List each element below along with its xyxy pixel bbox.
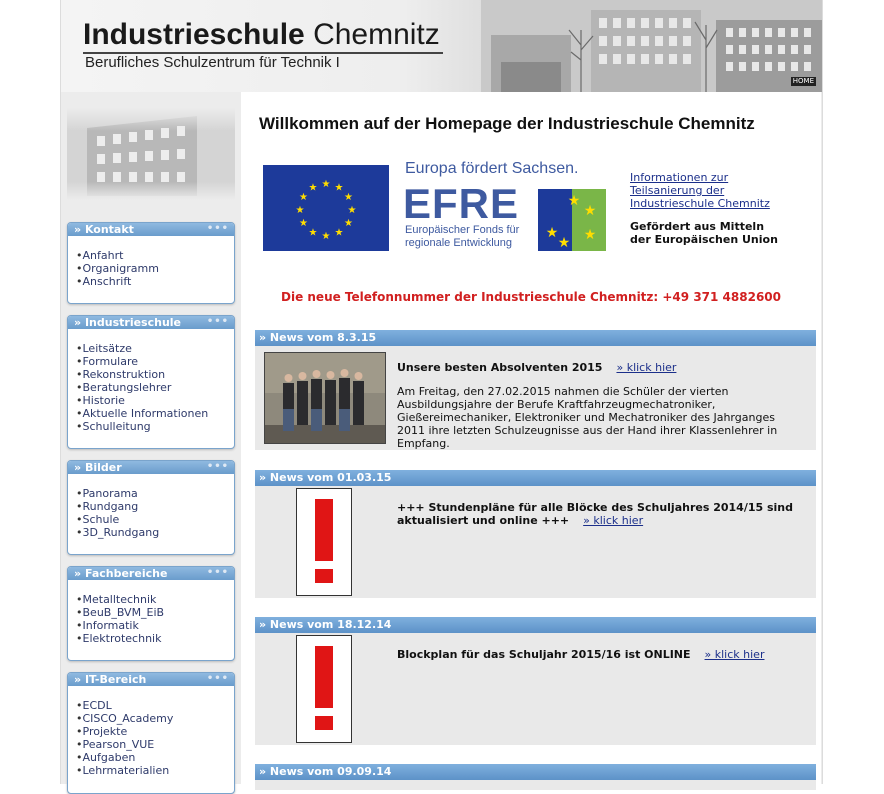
svg-text:★: ★ (344, 218, 353, 229)
dots-icon: ••• (206, 461, 229, 472)
sidebar-item-beub-bvm-eib[interactable]: BeuB_BVM_EiB (76, 606, 234, 619)
dots-icon: ••• (206, 673, 229, 684)
sidebar-item-rekonstruktion[interactable]: Rekonstruktion (76, 368, 234, 381)
renovation-info-link[interactable]: Informationen zur Teilsanierung der Indu… (630, 171, 770, 210)
svg-text:★: ★ (558, 235, 571, 251)
news-item: Unsere besten Absolventen 2015» klick hi… (255, 346, 816, 450)
main-content: Willkommen auf der Homepage der Industri… (241, 92, 821, 790)
page-container: Industrieschule Chemnitz Berufliches Sch… (60, 0, 823, 794)
sidebar-item-metalltechnik[interactable]: Metalltechnik (76, 593, 234, 606)
sidebar-box-title: Fachbereiche (84, 567, 168, 580)
svg-text:★: ★ (309, 183, 318, 194)
sidebar-item-rundgang[interactable]: Rundgang (76, 500, 234, 513)
sidebar-box-bilder: » Bilder••• Panorama Rundgang Schule 3D_… (67, 460, 235, 555)
svg-text:★: ★ (348, 205, 357, 216)
sidebar-box-it-bereich: » IT-Bereich••• ECDL CISCO_Academy Proje… (67, 672, 235, 794)
sidebar-item-cisco-academy[interactable]: CISCO_Academy (76, 712, 234, 725)
phone-notice: Die neue Telefonnummer der Industrieschu… (281, 290, 781, 304)
eu-flag-icon[interactable]: ★ ★★★ ★★★★ ★★★★ (263, 165, 389, 251)
news-header: » News vom 8.3.15 (255, 330, 816, 346)
sidebar-item-3d-rundgang[interactable]: 3D_Rundgang (76, 526, 234, 539)
sidebar-box-kontakt: » Kontakt••• Anfahrt Organigramm Anschri… (67, 222, 235, 304)
news-title: Unsere besten Absolventen 2015» klick hi… (397, 361, 677, 374)
site-title-bold: Industrieschule (83, 18, 305, 51)
sidebar-item-ecdl[interactable]: ECDL (76, 699, 234, 712)
news-item (255, 780, 816, 790)
news-title: Blockplan für das Schuljahr 2015/16 ist … (397, 648, 765, 661)
sidebar-item-leitsaetze[interactable]: Leitsätze (76, 342, 234, 355)
dots-icon: ••• (206, 223, 229, 234)
read-more-link[interactable]: » klick hier (705, 648, 765, 661)
header-building-photo (481, 0, 822, 92)
saxony-eu-flag-icon: ★★★★★ (538, 189, 606, 251)
sidebar-item-lehrmaterialien[interactable]: Lehrmaterialien (76, 764, 234, 777)
dots-icon: ••• (206, 567, 229, 578)
sidebar-box-header[interactable]: » Bilder ••• (68, 461, 234, 474)
sidebar-item-informatik[interactable]: Informatik (76, 619, 234, 632)
svg-text:★: ★ (335, 183, 344, 194)
warning-exclamation-icon[interactable] (296, 635, 352, 743)
warning-exclamation-icon[interactable] (296, 488, 352, 596)
svg-text:★: ★ (322, 231, 331, 242)
sidebar-item-pearson-vue[interactable]: Pearson_VUE (76, 738, 234, 751)
sidebar-box-header[interactable]: » Fachbereiche ••• (68, 567, 234, 580)
sidebar-box-header[interactable]: » Kontakt ••• (68, 223, 234, 236)
sidebar-item-organigramm[interactable]: Organigramm (76, 262, 234, 275)
sidebar-item-historie[interactable]: Historie (76, 394, 234, 407)
site-title-light: Chemnitz (313, 18, 440, 51)
sidebar-item-anfahrt[interactable]: Anfahrt (76, 249, 234, 262)
sidebar-box-title: IT-Bereich (84, 673, 147, 686)
sidebar-item-projekte[interactable]: Projekte (76, 725, 234, 738)
svg-text:★: ★ (309, 228, 318, 239)
svg-text:★: ★ (322, 179, 331, 190)
sidebar-box-fachbereiche: » Fachbereiche••• Metalltechnik BeuB_BVM… (67, 566, 235, 661)
news-item: +++ Stundenpläne für alle Blöcke des Sch… (255, 486, 816, 598)
site-title: Industrieschule Chemnitz (83, 18, 440, 52)
svg-text:★: ★ (584, 227, 597, 243)
sidebar-item-anschrift[interactable]: Anschrift (76, 275, 234, 288)
sidebar-building-photo (67, 108, 235, 200)
read-more-link[interactable]: » klick hier (583, 514, 643, 527)
read-more-link[interactable]: » klick hier (616, 361, 676, 374)
svg-text:★: ★ (296, 205, 305, 216)
svg-text:★: ★ (344, 192, 353, 203)
news-title: +++ Stundenpläne für alle Blöcke des Sch… (397, 501, 794, 527)
svg-text:★: ★ (546, 225, 559, 241)
sidebar-item-schule[interactable]: Schule (76, 513, 234, 526)
sidebar-item-beratungslehrer[interactable]: Beratungslehrer (76, 381, 234, 394)
sidebar-item-schulleitung[interactable]: Schulleitung (76, 420, 234, 433)
sidebar-item-formulare[interactable]: Formulare (76, 355, 234, 368)
efre-slogan: Europa fördert Sachsen. (405, 160, 579, 177)
sidebar-item-elektrotechnik[interactable]: Elektrotechnik (76, 632, 234, 645)
svg-text:★: ★ (335, 228, 344, 239)
home-button[interactable]: HOME (790, 77, 816, 86)
sidebar-item-aktuelle-informationen[interactable]: Aktuelle Informationen (76, 407, 234, 420)
sidebar-box-title: Industrieschule (84, 316, 182, 329)
svg-text:★: ★ (299, 192, 308, 203)
svg-text:★: ★ (584, 203, 597, 219)
header-banner: Industrieschule Chemnitz Berufliches Sch… (61, 0, 822, 92)
site-subtitle: Berufliches Schulzentrum für Technik I (85, 54, 340, 71)
graduates-photo[interactable] (264, 352, 386, 444)
svg-text:★: ★ (568, 193, 581, 209)
sidebar-item-aufgaben[interactable]: Aufgaben (76, 751, 234, 764)
sidebar-box-industrieschule: » Industrieschule••• Leitsätze Formulare… (67, 315, 235, 449)
sidebar-box-header[interactable]: » IT-Bereich ••• (68, 673, 234, 686)
eu-funding-note: Gefördert aus Mitteln der Europäischen U… (630, 220, 778, 246)
sidebar-box-header[interactable]: » Industrieschule ••• (68, 316, 234, 329)
page-title: Willkommen auf der Homepage der Industri… (259, 114, 755, 133)
efre-wordmark: EFRE (403, 180, 520, 227)
svg-text:★: ★ (299, 218, 308, 229)
news-item: Blockplan für das Schuljahr 2015/16 ist … (255, 633, 816, 745)
sidebar-item-panorama[interactable]: Panorama (76, 487, 234, 500)
news-header: » News vom 18.12.14 (255, 617, 816, 633)
news-header: » News vom 01.03.15 (255, 470, 816, 486)
news-header: » News vom 09.09.14 (255, 764, 816, 780)
dots-icon: ••• (206, 316, 229, 327)
sidebar-box-title: Bilder (84, 461, 122, 474)
news-text: Am Freitag, den 27.02.2015 nahmen die Sc… (397, 385, 778, 450)
sidebar-box-title: Kontakt (84, 223, 134, 236)
efre-fund-name: Europäischer Fonds für regionale Entwick… (405, 224, 520, 249)
